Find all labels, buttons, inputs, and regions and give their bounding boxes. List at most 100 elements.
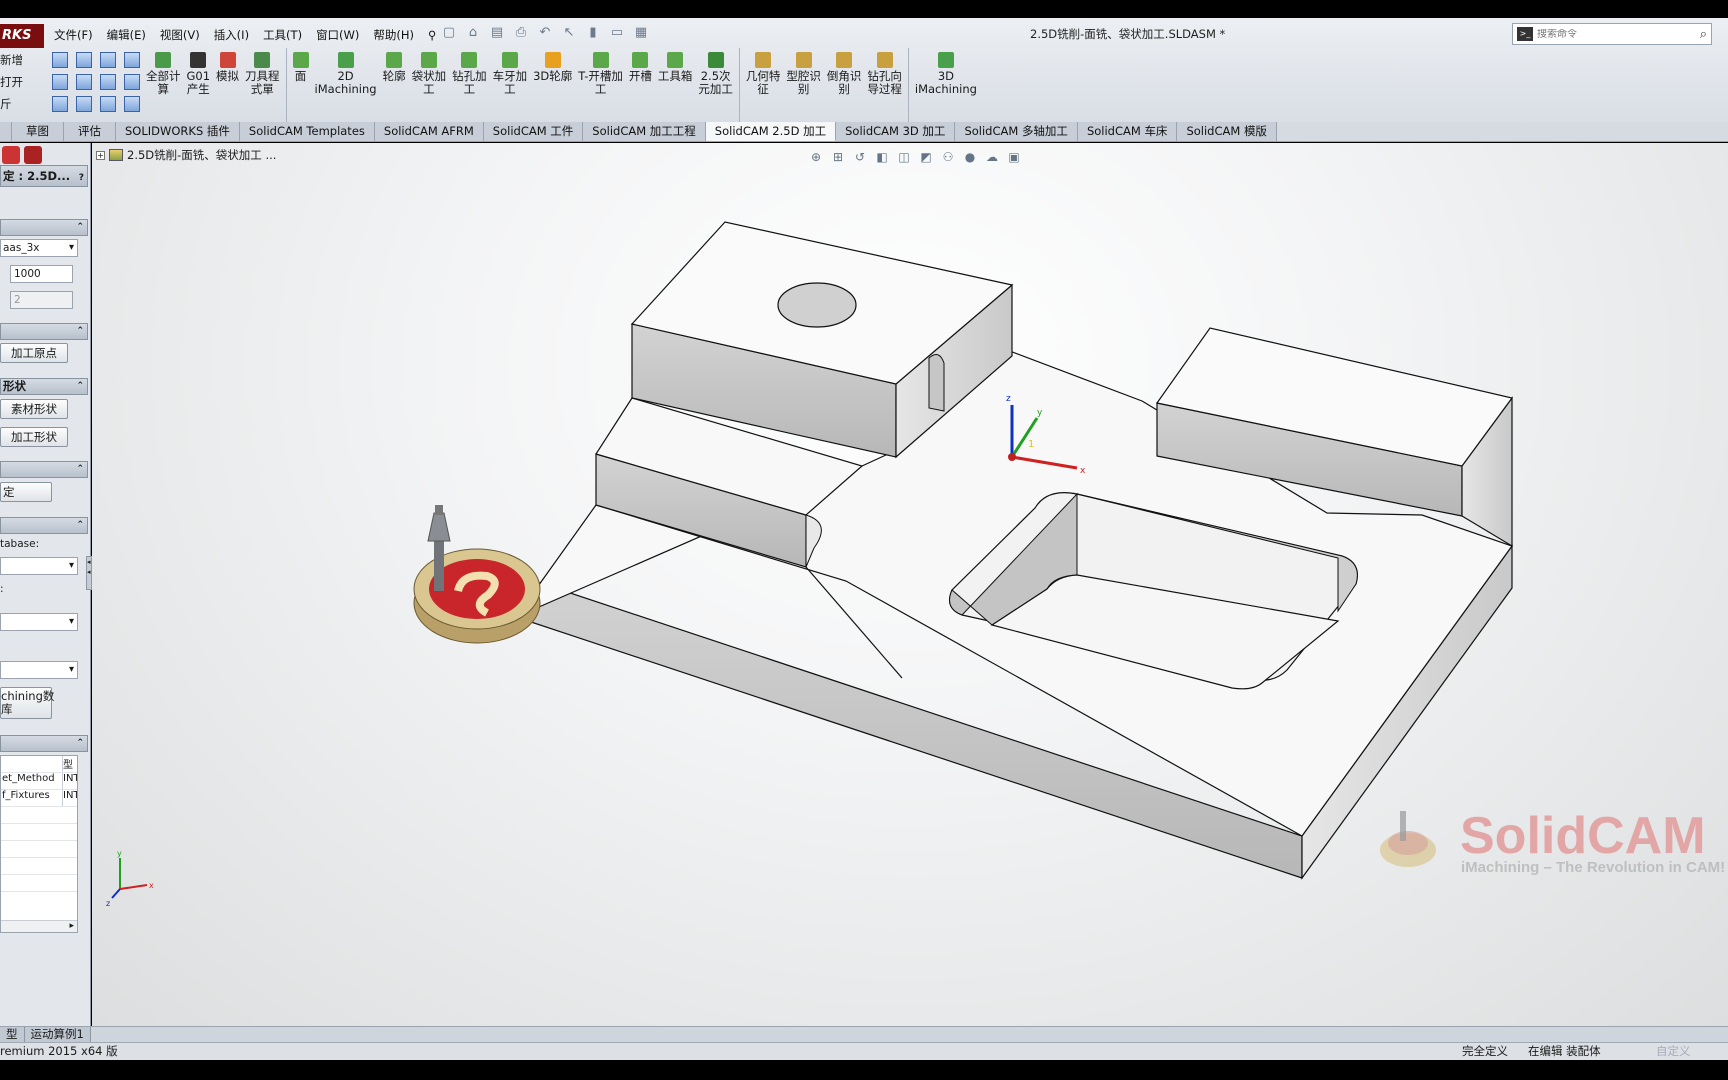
tab-11[interactable]: SolidCAM 模版	[1177, 122, 1277, 141]
file-props-icon[interactable]: ▭	[608, 25, 626, 41]
ribbon-button-face[interactable]: 面	[290, 48, 312, 83]
parameters-section-header[interactable]: ⌃	[0, 735, 88, 752]
ribbon-button-calculator[interactable]: 全部计 算	[143, 48, 184, 96]
tab-2[interactable]: SOLIDWORKS 插件	[116, 122, 240, 141]
tab-hidden[interactable]	[0, 122, 12, 141]
ribbon-button-thread[interactable]: 车牙加 工	[490, 48, 531, 96]
tab-0[interactable]: 草图	[12, 122, 64, 141]
graphics-viewport[interactable]: + 2.5D铣削-面铣、袋状加工 ... ⊕ ⊞ ↺ ◧ ◫ ◩ ⚇ ● ☁ ▣	[92, 143, 1728, 1028]
menu-edit[interactable]: 编辑(E)	[101, 25, 152, 45]
view-icon[interactable]	[52, 96, 68, 112]
menu-view[interactable]: 视图(V)	[154, 25, 206, 45]
close-button[interactable]: 斤	[0, 96, 12, 112]
table-row[interactable]: f_Fixtures INT	[1, 790, 77, 807]
menu-window[interactable]: 窗口(W)	[310, 25, 365, 45]
ribbon-button-profile[interactable]: 轮廓	[380, 48, 409, 83]
tab-8[interactable]: SolidCAM 3D 加工	[836, 122, 956, 141]
solidworks-logo[interactable]: RKS	[0, 24, 44, 48]
tab-7[interactable]: SolidCAM 2.5D 加工	[705, 122, 837, 141]
table-row[interactable]	[1, 824, 77, 841]
ribbon-button-profile3d[interactable]: 3D轮廓	[530, 48, 575, 83]
ribbon-button-tslot[interactable]: T-开槽加 工	[575, 48, 626, 96]
collapse-icon[interactable]: ⌃	[76, 324, 84, 339]
ribbon-button-geometry[interactable]: 几何特 征	[743, 48, 784, 96]
ribbon-button-gcode[interactable]: G01 产生	[184, 48, 214, 96]
undo-icon[interactable]: ↶	[536, 25, 554, 41]
select-icon[interactable]: ↖	[560, 25, 578, 41]
number-input[interactable]: 1000	[10, 265, 73, 283]
view-icon[interactable]	[76, 96, 92, 112]
view-icon[interactable]	[52, 52, 68, 68]
tab-9[interactable]: SolidCAM 多轴加工	[955, 122, 1078, 141]
tab-10[interactable]: SolidCAM 车床	[1077, 122, 1178, 141]
collapse-icon[interactable]: ⌃	[76, 220, 84, 235]
view-icon[interactable]	[100, 96, 116, 112]
table-row[interactable]	[1, 841, 77, 858]
part-model[interactable]: z x y 1 y x z SolidCAM iMachining – The …	[92, 143, 1728, 1028]
table-row[interactable]	[1, 875, 77, 892]
search-input[interactable]	[1537, 28, 1677, 40]
new-doc-icon[interactable]: ▢	[440, 25, 458, 41]
ribbon-button-cavity[interactable]: 型腔识 别	[783, 48, 824, 96]
stock-shape-button[interactable]: 素材形状	[0, 399, 68, 419]
search-icon[interactable]: ⌕	[1700, 27, 1707, 42]
tab-6[interactable]: SolidCAM 加工工程	[583, 122, 706, 141]
view-icon[interactable]	[100, 74, 116, 90]
ribbon-button-simulate[interactable]: 模拟	[213, 48, 242, 83]
tab-model[interactable]: 型	[0, 1027, 25, 1042]
tab-5[interactable]: SolidCAM 工件	[483, 122, 584, 141]
print-icon[interactable]: ⎙	[512, 25, 530, 41]
help-icon[interactable]: ?	[79, 168, 84, 188]
new-button[interactable]: 新增	[0, 52, 23, 68]
shape-section-header[interactable]: 形状 ⌃	[0, 378, 88, 395]
view-icon[interactable]	[124, 96, 140, 112]
ribbon-button-imachining3d[interactable]: 3D iMachining	[912, 48, 980, 96]
rebuild-icon[interactable]: ▮	[584, 25, 602, 41]
tab-1[interactable]: 评估	[64, 122, 116, 141]
ribbon-button-2_5d[interactable]: 2.5次 元加工	[695, 48, 736, 96]
horizontal-scrollbar[interactable]: ▸	[1, 920, 77, 932]
options-icon[interactable]: ▦	[632, 25, 650, 41]
table-row[interactable]: et_Method INT	[1, 773, 77, 790]
tab-motion-study[interactable]: 运动算例1	[24, 1027, 91, 1042]
coordinate-section-header[interactable]: ⌃	[0, 323, 88, 340]
solidcam-manager-icon[interactable]	[24, 146, 42, 164]
ribbon-button-slot[interactable]: 开槽	[626, 48, 655, 83]
tab-3[interactable]: SolidCAM Templates	[239, 122, 375, 141]
settings-section-header[interactable]: ⌃	[0, 461, 88, 478]
settings-button[interactable]: 定	[0, 482, 52, 502]
view-icon[interactable]	[52, 74, 68, 90]
machine-section-header[interactable]: ⌃	[0, 219, 88, 236]
ribbon-button-drillwizard[interactable]: 钻孔向 导过程	[864, 48, 905, 96]
menu-insert[interactable]: 插入(I)	[208, 25, 255, 45]
open-doc-icon[interactable]: ⌂	[464, 25, 482, 41]
open-button[interactable]: 打开	[0, 74, 23, 90]
view-icon[interactable]	[76, 52, 92, 68]
machine-select[interactable]: aas_3x	[0, 239, 78, 257]
collapse-icon[interactable]: ⌃	[76, 518, 84, 533]
database-section-header[interactable]: ⌃	[0, 517, 88, 534]
option-select-1[interactable]	[0, 613, 78, 631]
collapse-icon[interactable]: ⌃	[76, 462, 84, 477]
table-row[interactable]	[1, 858, 77, 875]
ribbon-button-pocket[interactable]: 袋状加 工	[409, 48, 450, 96]
target-shape-button[interactable]: 加工形状	[0, 427, 68, 447]
view-icon[interactable]	[124, 52, 140, 68]
tab-4[interactable]: SolidCAM AFRM	[374, 122, 484, 141]
menu-help[interactable]: 帮助(H)	[367, 25, 420, 45]
status-custom[interactable]: 自定义	[1656, 1043, 1691, 1059]
collapse-icon[interactable]: ⌃	[76, 736, 84, 751]
option-select-2[interactable]	[0, 661, 78, 679]
collapse-icon[interactable]: ⌃	[76, 379, 84, 394]
ribbon-button-toolsheet[interactable]: 刀具程 式單	[242, 48, 283, 96]
database-select[interactable]	[0, 557, 78, 575]
imachining-database-button[interactable]: chining数 库	[0, 687, 54, 719]
ribbon-button-drill[interactable]: 钻孔加 工	[449, 48, 490, 96]
origin-button[interactable]: 加工原点	[0, 343, 68, 363]
table-row[interactable]	[1, 807, 77, 824]
view-icon[interactable]	[76, 74, 92, 90]
menu-tools[interactable]: 工具(T)	[257, 25, 308, 45]
ribbon-button-imachining2d[interactable]: 2D iMachining	[312, 48, 380, 96]
view-icon[interactable]	[100, 52, 116, 68]
view-icon[interactable]	[124, 74, 140, 90]
